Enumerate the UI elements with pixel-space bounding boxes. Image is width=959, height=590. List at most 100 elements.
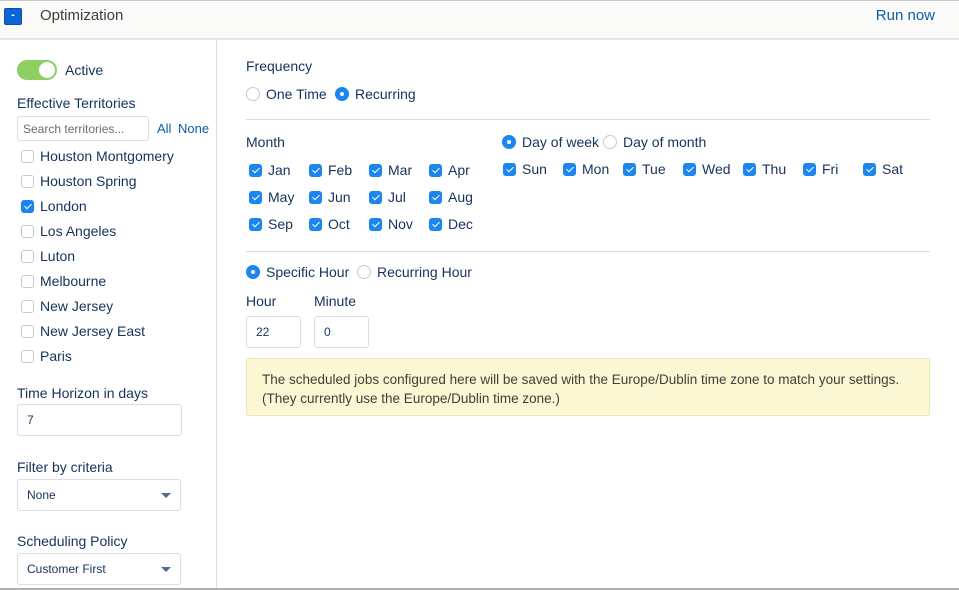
month-apr[interactable]: Apr [429,160,470,180]
day-of-month-option[interactable]: Day of month [603,132,706,152]
month-label: Month [246,134,285,150]
checkbox-checked-icon[interactable] [369,190,382,204]
day-of-week-option-label: Day of week [522,134,600,150]
checkbox-checked-icon[interactable] [249,190,262,204]
territory-item[interactable]: London [21,196,87,216]
month-dec[interactable]: Dec [429,214,473,234]
policy-select[interactable]: Customer First [17,553,181,585]
month-jan[interactable]: Jan [249,160,291,180]
timezone-notice: The scheduled jobs configured here will … [246,358,930,416]
checkbox-unchecked-icon[interactable] [21,224,34,238]
radio-unselected-icon[interactable] [246,87,260,101]
month-dec-label: Dec [448,216,473,232]
checkbox-unchecked-icon[interactable] [21,324,34,338]
day-thu-label: Thu [762,161,787,177]
active-label: Active [65,62,104,78]
month-mar[interactable]: Mar [369,160,412,180]
radio-selected-icon[interactable] [246,265,260,279]
collapse-button[interactable]: - [4,8,22,25]
month-sep-label: Sep [268,216,293,232]
frequency-option-recurring[interactable]: Recurring [335,84,416,104]
day-wed[interactable]: Wed [683,159,731,179]
territory-item[interactable]: Houston Spring [21,171,137,191]
frequency-option-one-time[interactable]: One Time [246,84,327,104]
checkbox-unchecked-icon[interactable] [21,174,34,188]
checkbox-unchecked-icon[interactable] [21,249,34,263]
checkbox-checked-icon[interactable] [429,217,442,231]
frequency-option-recurring-label: Recurring [355,86,416,102]
checkbox-checked-icon[interactable] [863,162,876,176]
checkbox-checked-icon[interactable] [21,199,34,213]
time-horizon-label: Time Horizon in days [17,385,148,401]
hour-input[interactable] [246,316,301,348]
toggle-knob [39,62,55,78]
checkbox-checked-icon[interactable] [309,190,322,204]
checkbox-checked-icon[interactable] [503,162,516,176]
select-none-link[interactable]: None [178,121,209,136]
checkbox-checked-icon[interactable] [369,163,382,177]
radio-unselected-icon[interactable] [357,265,371,279]
select-all-link[interactable]: All [157,121,171,136]
checkbox-checked-icon[interactable] [309,163,322,177]
territory-item-label: Houston Montgomery [40,148,174,164]
checkbox-checked-icon[interactable] [623,162,636,176]
territory-item[interactable]: Houston Montgomery [21,146,174,166]
month-jun[interactable]: Jun [309,187,351,207]
day-fri[interactable]: Fri [803,159,838,179]
month-oct[interactable]: Oct [309,214,350,234]
month-jul[interactable]: Jul [369,187,406,207]
territory-item[interactable]: New Jersey East [21,321,145,341]
month-mar-label: Mar [388,162,413,178]
territory-item[interactable]: Luton [21,246,75,266]
panel-title: Optimization [40,7,124,24]
minute-input[interactable] [314,316,369,348]
checkbox-unchecked-icon[interactable] [21,149,34,163]
radio-selected-icon[interactable] [502,135,516,149]
checkbox-checked-icon[interactable] [309,217,322,231]
territory-item-label: New Jersey [40,298,114,314]
checkbox-checked-icon[interactable] [803,162,816,176]
month-may[interactable]: May [249,187,294,207]
checkbox-checked-icon[interactable] [743,162,756,176]
territory-item-label: Luton [40,248,76,264]
filter-select[interactable]: None [17,479,181,511]
main-panel: Frequency One Time Recurring Month Jan Feb… [217,40,959,590]
panel-header: - Optimization Run now [0,0,959,40]
month-apr-label: Apr [448,162,470,178]
checkbox-checked-icon[interactable] [563,162,576,176]
specific-hour-option[interactable]: Specific Hour [246,262,349,282]
radio-selected-icon[interactable] [335,87,349,101]
territory-search-input[interactable] [17,116,149,141]
checkbox-unchecked-icon[interactable] [21,349,34,363]
territory-item[interactable]: New Jersey [21,296,113,316]
day-sun[interactable]: Sun [503,159,547,179]
month-feb[interactable]: Feb [309,160,352,180]
checkbox-checked-icon[interactable] [683,162,696,176]
month-nov[interactable]: Nov [369,214,413,234]
checkbox-checked-icon[interactable] [369,217,382,231]
checkbox-checked-icon[interactable] [429,163,442,177]
territory-item-label: London [40,198,87,214]
checkbox-checked-icon[interactable] [249,217,262,231]
day-mon[interactable]: Mon [563,159,609,179]
day-of-week-option[interactable]: Day of week [502,132,599,152]
active-toggle[interactable] [17,60,57,80]
territory-item[interactable]: Los Angeles [21,221,116,241]
checkbox-checked-icon[interactable] [429,190,442,204]
radio-unselected-icon[interactable] [603,135,617,149]
territory-item[interactable]: Paris [21,346,72,366]
recurring-hour-option[interactable]: Recurring Hour [357,262,472,282]
time-horizon-input[interactable] [17,404,182,436]
checkbox-unchecked-icon[interactable] [21,274,34,288]
day-sat[interactable]: Sat [863,159,903,179]
month-aug[interactable]: Aug [429,187,473,207]
territory-item[interactable]: Melbourne [21,271,106,291]
day-tue[interactable]: Tue [623,159,666,179]
month-sep[interactable]: Sep [249,214,293,234]
hour-label: Hour [246,293,277,309]
checkbox-checked-icon[interactable] [249,163,262,177]
day-thu[interactable]: Thu [743,159,786,179]
run-now-link[interactable]: Run now [876,7,935,24]
territory-item-label: Paris [40,348,72,364]
checkbox-unchecked-icon[interactable] [21,299,34,313]
